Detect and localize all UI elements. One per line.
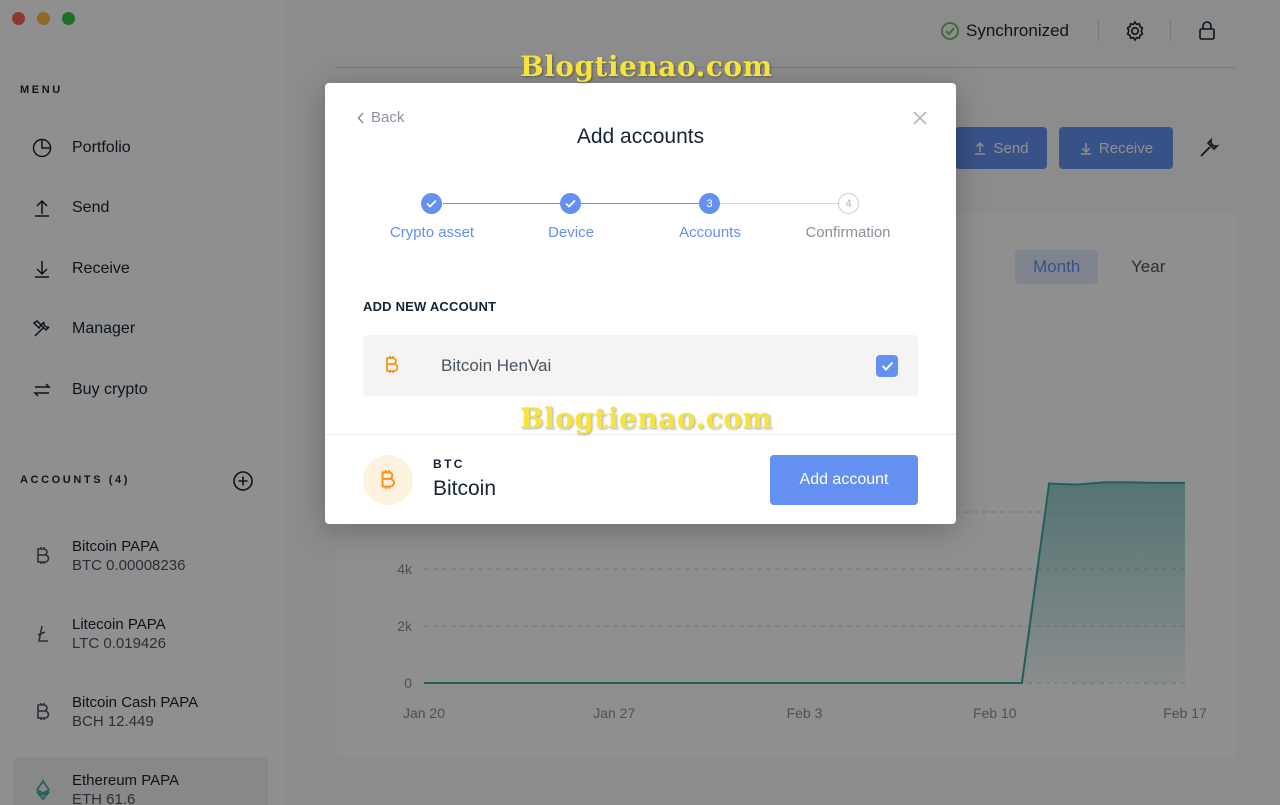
step-4-dot: 4 bbox=[838, 193, 859, 214]
chevron-left-icon bbox=[357, 111, 364, 124]
step-label-confirmation: Confirmation bbox=[805, 224, 891, 241]
close-icon[interactable] bbox=[911, 109, 929, 127]
step-label-accounts: Accounts bbox=[679, 224, 741, 241]
add-account-button[interactable]: Add account bbox=[770, 455, 918, 505]
check-icon bbox=[565, 199, 576, 208]
add-accounts-modal: Back Add accounts 3 4 Crypto asset Devic… bbox=[325, 83, 956, 524]
step-1-dot bbox=[421, 193, 442, 214]
step-label-device: Device bbox=[548, 224, 594, 241]
section-title: ADD NEW ACCOUNT bbox=[363, 299, 497, 314]
check-icon bbox=[881, 361, 893, 371]
account-checkbox[interactable] bbox=[876, 355, 898, 377]
back-button[interactable]: Back bbox=[357, 109, 404, 126]
new-account-row[interactable]: Bitcoin HenVai bbox=[363, 335, 918, 396]
currency-avatar bbox=[363, 455, 413, 505]
currency-name: Bitcoin bbox=[433, 477, 497, 500]
step-3-dot: 3 bbox=[699, 193, 720, 214]
modal-title: Add accounts bbox=[576, 125, 705, 148]
back-label: Back bbox=[371, 109, 405, 126]
step-label-crypto-asset: Crypto asset bbox=[389, 224, 475, 241]
step-2-dot bbox=[560, 193, 581, 214]
bitcoin-icon bbox=[381, 470, 395, 489]
bitcoin-icon bbox=[381, 354, 403, 376]
stepper-line bbox=[581, 203, 710, 204]
stepper-line bbox=[443, 203, 571, 204]
watermark: Blogtienao.com bbox=[520, 50, 773, 83]
watermark: Blogtienao.com bbox=[520, 402, 773, 435]
check-icon bbox=[426, 199, 437, 208]
stepper-line bbox=[720, 203, 838, 204]
currency-ticker: BTC bbox=[433, 457, 465, 471]
new-account-name[interactable]: Bitcoin HenVai bbox=[441, 356, 551, 376]
